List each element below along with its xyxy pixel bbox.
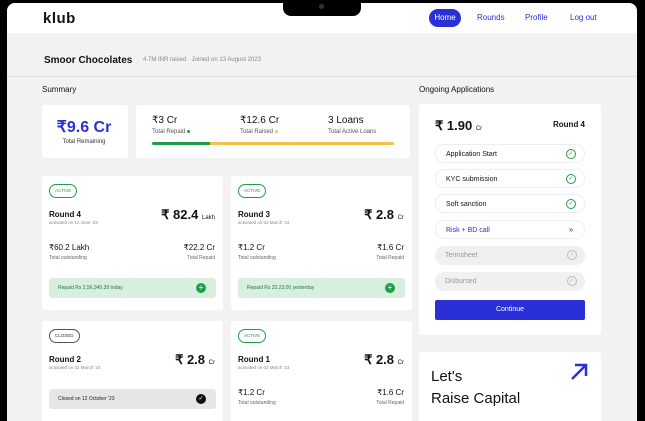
raised-legend-dot (275, 129, 279, 133)
repaid-progress-bar (152, 142, 210, 145)
camera-notch (283, 0, 361, 16)
total-repaid-value: ₹3 Cr (152, 115, 178, 126)
step-label: Application Start (446, 151, 497, 158)
repaid-legend-dot (187, 129, 191, 133)
step-termsheet: Termsheet ✓ (435, 246, 585, 265)
outstanding-label: Total outstanding (49, 255, 87, 261)
step-label: Soft sanction (446, 201, 487, 208)
round-activated-date: activated on 02 March '23 (238, 220, 290, 225)
repaid-value: ₹1.6 Cr (377, 243, 404, 252)
ongoing-application-card: ₹ 1.90 Cr Round 4 Application Start ✓ KY… (419, 104, 601, 335)
repaid-label: Total Repaid (376, 255, 404, 261)
step-risk-bd-call[interactable]: Risk + BD call » (435, 220, 585, 239)
total-remaining-card: ₹9.6 Cr Total Remaining (42, 105, 128, 158)
outstanding-value: ₹60.2 Lakh (49, 243, 90, 252)
repayment-status-text: Repaid Rs 2,56,345.39 today (58, 285, 123, 291)
status-badge: ACTIVE (49, 184, 78, 198)
check-circle-icon: ✓ (567, 276, 577, 286)
continue-button[interactable]: Continue (435, 300, 585, 320)
nav-logout[interactable]: Log out (570, 9, 597, 27)
status-badge: ACTIVE (238, 184, 267, 198)
nav-profile[interactable]: Profile (525, 9, 548, 27)
step-label: Risk + BD call (446, 227, 490, 234)
round-name: Round 2 (49, 355, 81, 364)
status-badge: ACTIVE (238, 329, 267, 343)
outstanding-value: ₹1.2 Cr (238, 388, 265, 397)
total-raised-label: Total Raised (240, 129, 279, 135)
round-activated-date: activated on 12 June '23 (49, 220, 98, 225)
check-circle-icon: ✓ (566, 174, 576, 184)
round-card[interactable]: CLOSED Round 2 activated on 02 March '23… (42, 321, 223, 421)
total-raised-value: ₹12.6 Cr (240, 115, 280, 126)
status-badge: CLOSED (49, 329, 80, 343)
raise-capital-line2: Raise Capital (431, 390, 521, 407)
closed-status-text: Closed on 12 October '23 (58, 396, 115, 402)
round-amount: ₹ 2.8 Cr (364, 352, 404, 367)
step-disbursed: Disbursed ✓ (435, 272, 585, 291)
round-card[interactable]: ACTIVE Round 3 activated on 02 March '23… (231, 176, 412, 310)
outstanding-value: ₹1.2 Cr (238, 243, 265, 252)
repayment-status-bar[interactable]: Repaid Rs 32,23,00 yesterday + (238, 278, 405, 298)
total-repaid-label: Total Repaid (152, 129, 191, 135)
repayment-status-bar[interactable]: Repaid Rs 2,56,345.39 today + (49, 278, 216, 298)
check-circle-icon: ✓ (566, 199, 576, 209)
company-header: Smoor Chocolates 4.7M INR raised · Joine… (7, 33, 637, 77)
check-icon: ✓ (196, 394, 206, 404)
total-remaining-amount: ₹9.6 Cr (56, 119, 112, 136)
ongoing-applications-title: Ongoing Applications (419, 85, 495, 94)
plus-icon[interactable]: + (196, 283, 206, 293)
plus-icon[interactable]: + (385, 283, 395, 293)
screen: klub Home Rounds Profile Log out Smoor C… (7, 3, 637, 421)
summary-stats-card: ₹3 Cr Total Repaid ₹12.6 Cr Total Raised… (136, 105, 410, 158)
round-amount: ₹ 82.4 Lakh (161, 207, 215, 222)
round-amount: ₹ 2.8 Cr (364, 207, 404, 222)
application-amount: ₹ 1.90 Cr (435, 118, 483, 133)
arrow-up-right-icon[interactable] (569, 362, 589, 382)
device-frame: klub Home Rounds Profile Log out Smoor C… (0, 0, 645, 421)
round-card[interactable]: ACTIVE Round 1 activated on 02 March '23… (231, 321, 412, 421)
raise-capital-card[interactable]: Let's Raise Capital (419, 352, 601, 421)
repaid-value: ₹1.6 Cr (377, 388, 404, 397)
step-label: Disbursed (445, 278, 477, 285)
double-chevron-right-icon: » (568, 225, 574, 234)
total-remaining-label: Total Remaining (62, 139, 106, 145)
company-name: Smoor Chocolates (44, 55, 133, 66)
round-name: Round 4 (49, 210, 81, 219)
active-loans-label: Total Active Loans (328, 129, 377, 135)
round-activated-date: activated on 02 March '23 (49, 365, 101, 370)
repaid-value: ₹22.2 Cr (183, 243, 215, 252)
klub-logo[interactable]: klub (43, 10, 76, 27)
round-activated-date: activated on 02 March '23 (238, 365, 290, 370)
company-meta: 4.7M INR raised · Joined on 13 August 20… (143, 57, 262, 63)
application-round: Round 4 (553, 120, 585, 129)
step-kyc-submission[interactable]: KYC submission ✓ (435, 169, 585, 188)
step-soft-sanction[interactable]: Soft sanction ✓ (435, 194, 585, 213)
raised-progress-bar (210, 142, 394, 145)
closed-status-bar[interactable]: Closed on 12 October '23 ✓ (49, 389, 216, 409)
round-name: Round 1 (238, 355, 270, 364)
nav-rounds[interactable]: Rounds (477, 9, 505, 27)
repaid-label: Total Repaid (187, 255, 215, 261)
round-amount: ₹ 2.8 Cr (175, 352, 215, 367)
step-label: KYC submission (446, 176, 498, 183)
repayment-status-text: Repaid Rs 32,23,00 yesterday (247, 285, 315, 291)
repaid-label: Total Repaid (376, 400, 404, 406)
step-label: Termsheet (445, 252, 478, 259)
camera-icon (319, 4, 324, 9)
step-application-start[interactable]: Application Start ✓ (435, 144, 585, 163)
round-card[interactable]: ACTIVE Round 4 activated on 12 June '23 … (42, 176, 223, 310)
outstanding-label: Total outstanding (238, 255, 276, 261)
nav-home[interactable]: Home (429, 9, 461, 27)
active-loans-value: 3 Loans (328, 115, 364, 126)
check-circle-icon: ✓ (566, 149, 576, 159)
raise-capital-line1: Let's (431, 368, 463, 385)
outstanding-label: Total outstanding (238, 400, 276, 406)
round-name: Round 3 (238, 210, 270, 219)
summary-title: Summary (42, 85, 77, 94)
check-circle-icon: ✓ (567, 250, 577, 260)
